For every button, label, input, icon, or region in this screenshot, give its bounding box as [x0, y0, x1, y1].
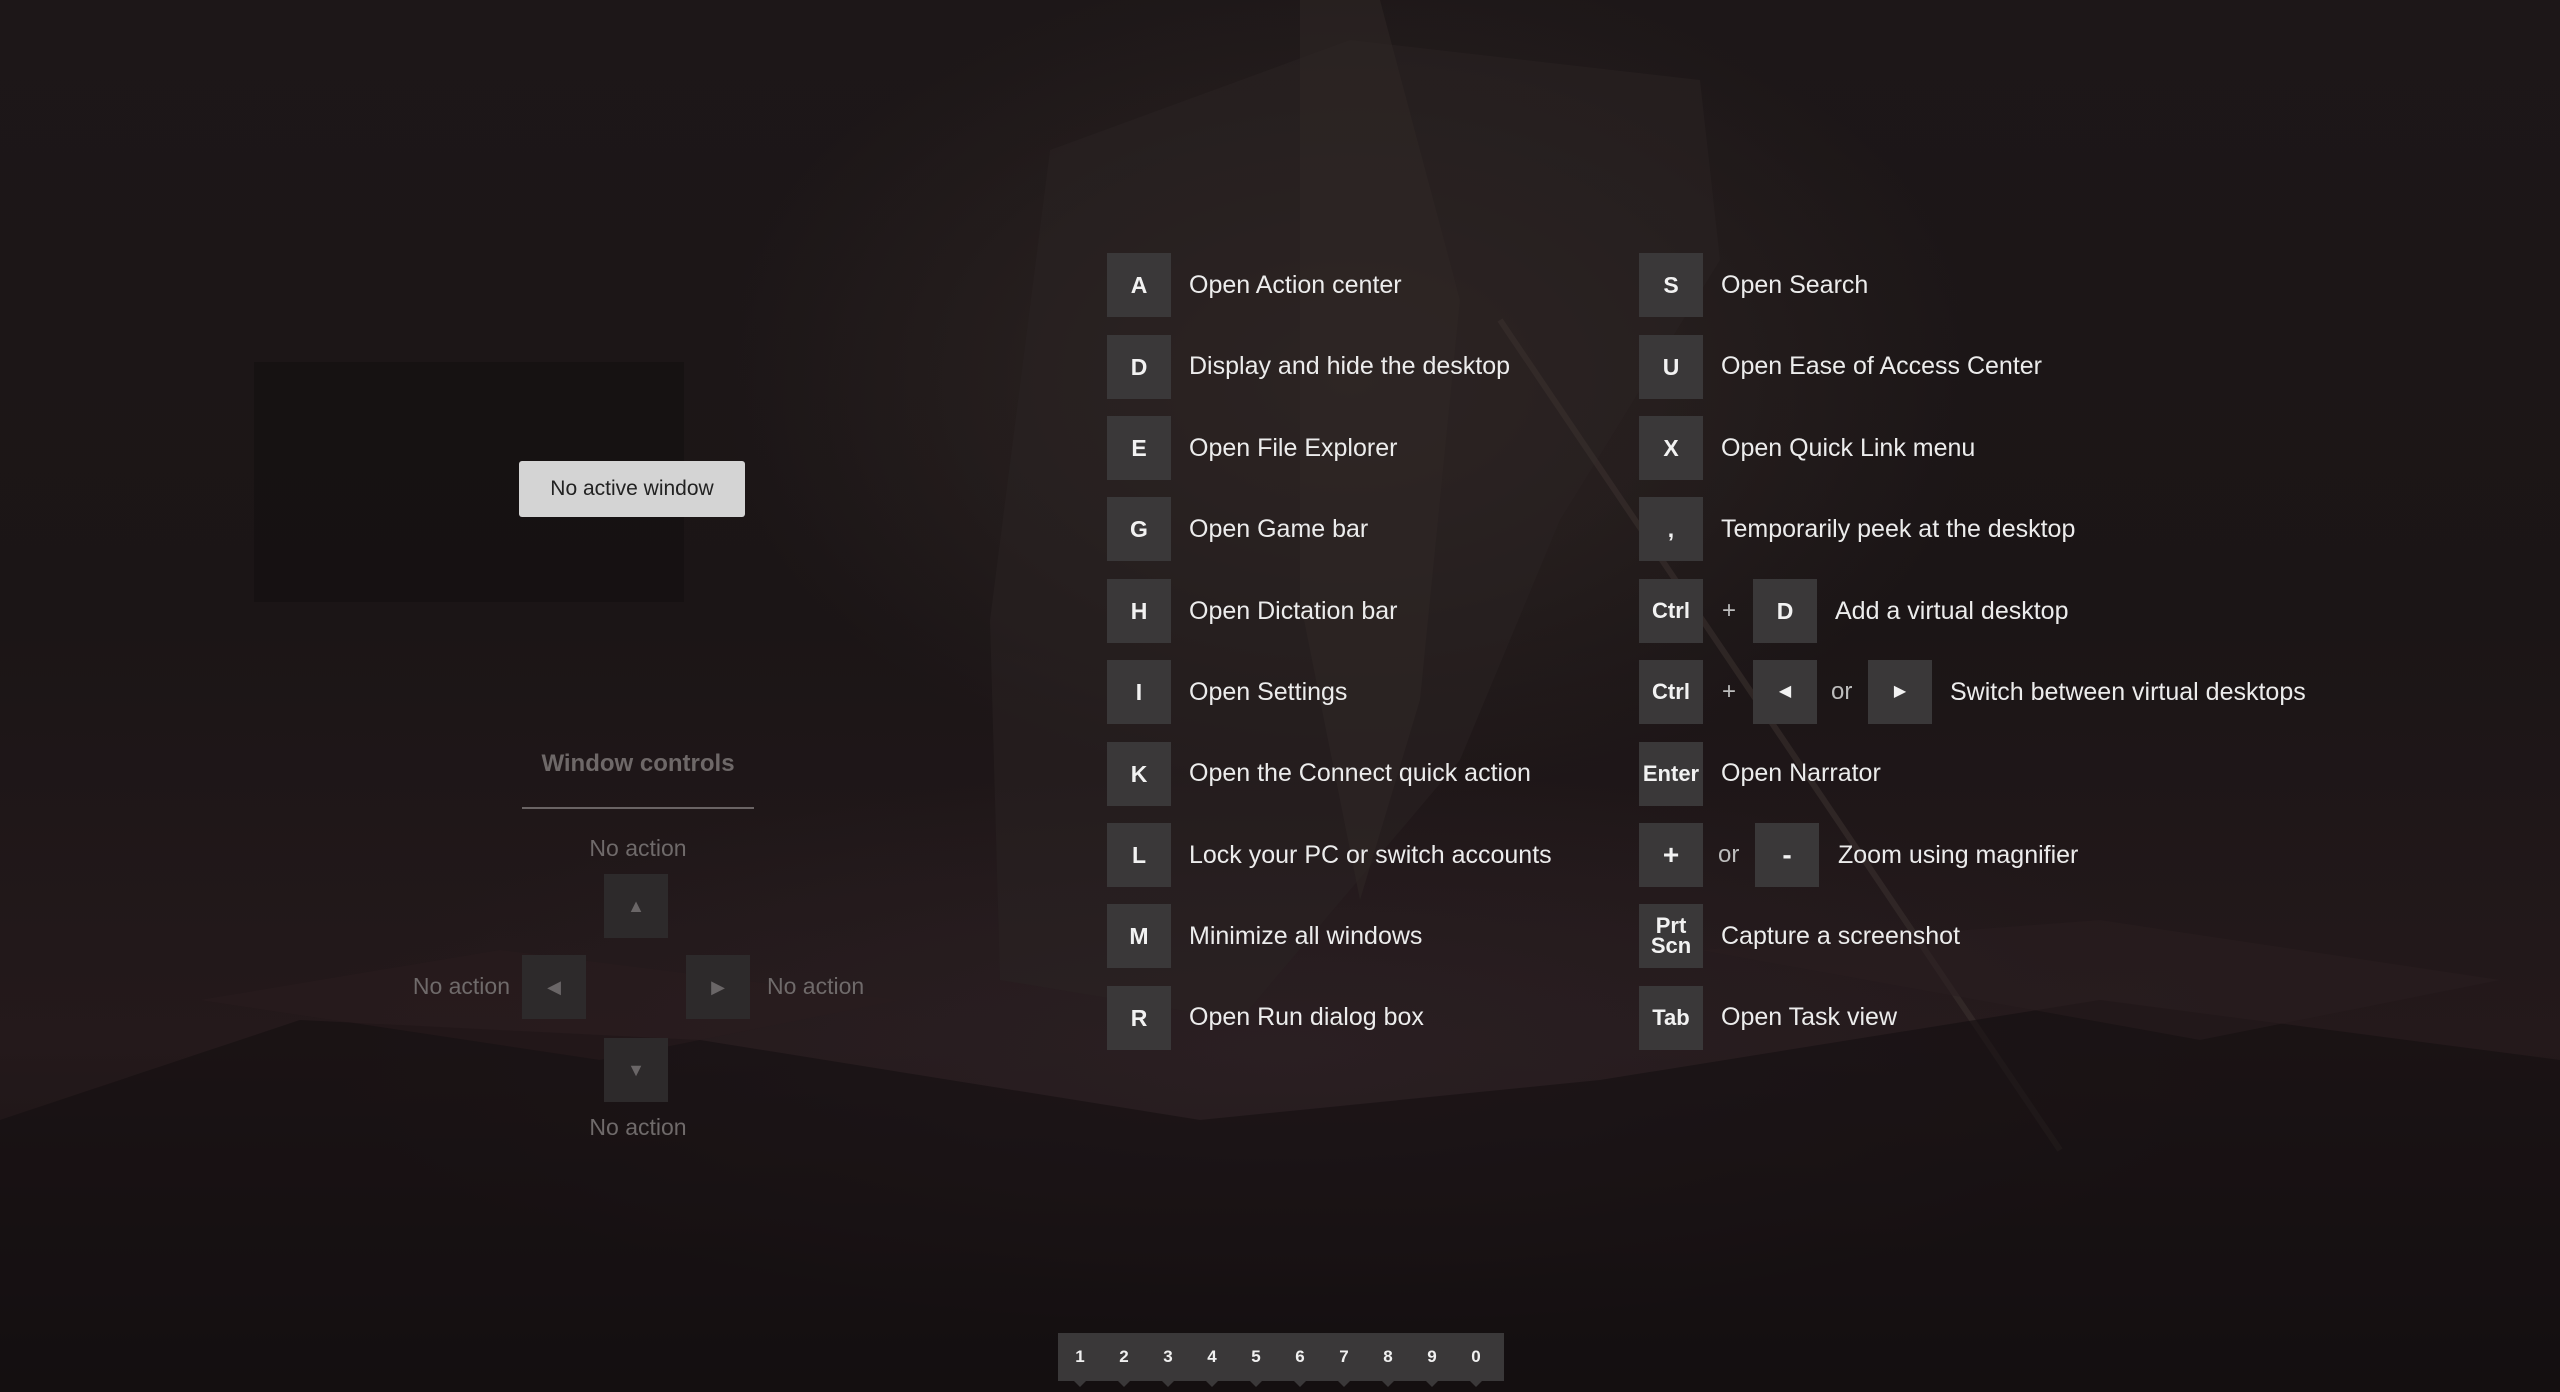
shortcut-label: Open Narrator — [1721, 759, 1881, 787]
key-ctrl[interactable]: Ctrl — [1639, 660, 1703, 724]
shortcut-label: Open File Explorer — [1189, 434, 1398, 462]
window-controls-title: Window controls — [541, 750, 735, 777]
key-d[interactable]: D — [1753, 579, 1817, 643]
key-print-screen[interactable]: Prt Scn — [1639, 904, 1703, 968]
active-window-button[interactable]: No active window — [519, 461, 745, 517]
arrow-right-icon: ▶ — [1893, 683, 1907, 700]
shortcut-label: Open Run dialog box — [1189, 1003, 1424, 1031]
key-comma[interactable]: , — [1639, 497, 1703, 561]
shortcut-label: Open the Connect quick action — [1189, 759, 1531, 787]
arrow-down-icon: ▼ — [627, 1059, 645, 1080]
key-right-arrow[interactable]: ▶ — [1868, 660, 1932, 724]
number-key[interactable]: 9 — [1410, 1333, 1454, 1387]
shortcut-label: Add a virtual desktop — [1835, 597, 2069, 625]
number-key[interactable]: 3 — [1146, 1333, 1190, 1387]
number-key[interactable]: 5 — [1234, 1333, 1278, 1387]
number-key[interactable]: 6 — [1278, 1333, 1322, 1387]
number-key[interactable]: 1 — [1058, 1333, 1102, 1387]
key-enter[interactable]: Enter — [1639, 742, 1703, 806]
number-key-bar: 1 2 3 4 5 6 7 8 9 0 — [1058, 1333, 1504, 1387]
arrow-up-icon: ▲ — [627, 895, 645, 916]
key-line: Scn — [1650, 933, 1692, 958]
key-tab[interactable]: Tab — [1639, 986, 1703, 1050]
key-k[interactable]: K — [1107, 742, 1171, 806]
key-ctrl[interactable]: Ctrl — [1639, 579, 1703, 643]
shortcut-label: Lock your PC or switch accounts — [1189, 841, 1552, 869]
window-controls-divider — [522, 807, 754, 809]
key-h[interactable]: H — [1107, 579, 1171, 643]
up-action-label: No action — [589, 835, 687, 861]
key-x[interactable]: X — [1639, 416, 1703, 480]
shortcut-label: Open Settings — [1189, 678, 1348, 706]
key-s[interactable]: S — [1639, 253, 1703, 317]
shortcut-label: Zoom using magnifier — [1838, 841, 2079, 869]
key-m[interactable]: M — [1107, 904, 1171, 968]
key-r[interactable]: R — [1107, 986, 1171, 1050]
number-key[interactable]: 7 — [1322, 1333, 1366, 1387]
number-key[interactable]: 4 — [1190, 1333, 1234, 1387]
shortcut-label: Temporarily peek at the desktop — [1721, 515, 2076, 543]
or-operator: or — [1831, 678, 1853, 705]
number-key[interactable]: 2 — [1102, 1333, 1146, 1387]
number-key[interactable]: 8 — [1366, 1333, 1410, 1387]
shortcut-label: Open Action center — [1189, 271, 1402, 299]
shortcut-label: Display and hide the desktop — [1189, 352, 1511, 380]
shortcut-label: Capture a screenshot — [1721, 922, 1961, 950]
snap-right-button[interactable]: ▶ — [686, 955, 750, 1019]
shortcut-label: Open Quick Link menu — [1721, 434, 1976, 462]
down-action-label: No action — [589, 1114, 687, 1140]
key-d[interactable]: D — [1107, 335, 1171, 399]
key-e[interactable]: E — [1107, 416, 1171, 480]
arrow-left-icon: ◀ — [1778, 683, 1792, 700]
right-action-label: No action — [767, 973, 865, 999]
key-minus[interactable]: - — [1755, 823, 1819, 887]
snap-left-button[interactable]: ◀ — [522, 955, 586, 1019]
number-key[interactable]: 0 — [1454, 1333, 1498, 1387]
plus-operator: + — [1722, 678, 1737, 705]
shortcut-label: Open Search — [1721, 271, 1869, 299]
snap-up-button[interactable]: ▲ — [604, 874, 668, 938]
key-l[interactable]: L — [1107, 823, 1171, 887]
or-operator: or — [1718, 841, 1740, 868]
arrow-right-icon: ▶ — [711, 976, 725, 997]
shortcut-label: Open Game bar — [1189, 515, 1369, 543]
key-i[interactable]: I — [1107, 660, 1171, 724]
arrow-left-icon: ◀ — [547, 976, 561, 997]
shortcut-label: Open Dictation bar — [1189, 597, 1398, 625]
key-a[interactable]: A — [1107, 253, 1171, 317]
shortcut-label: Open Ease of Access Center — [1721, 352, 2043, 380]
key-plus[interactable]: + — [1639, 823, 1703, 887]
key-g[interactable]: G — [1107, 497, 1171, 561]
key-u[interactable]: U — [1639, 335, 1703, 399]
snap-down-button[interactable]: ▼ — [604, 1038, 668, 1102]
key-left-arrow[interactable]: ◀ — [1753, 660, 1817, 724]
left-action-label: No action — [412, 973, 510, 999]
shortcut-label: Minimize all windows — [1189, 922, 1423, 950]
plus-operator: + — [1722, 597, 1737, 624]
shortcut-label: Open Task view — [1721, 1003, 1898, 1031]
shortcut-label: Switch between virtual desktops — [1950, 678, 2306, 706]
